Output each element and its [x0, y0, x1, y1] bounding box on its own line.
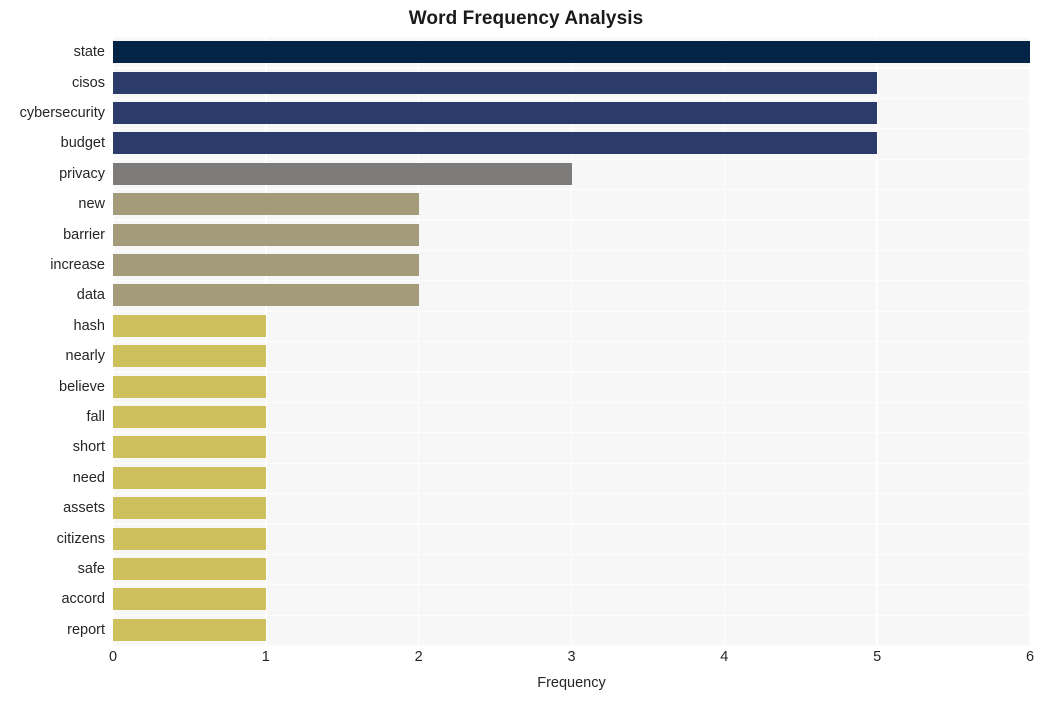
bar: [113, 527, 266, 550]
bar: [113, 162, 572, 185]
y-axis-tick-label: increase: [50, 257, 105, 273]
x-axis-tick-label: 5: [873, 649, 882, 665]
bar: [113, 71, 878, 94]
bar: [113, 618, 266, 641]
y-axis-tick-label: new: [78, 196, 105, 213]
bar: [113, 132, 878, 155]
y-axis-tick-label: data: [76, 287, 105, 304]
chart-title: Word Frequency Analysis: [408, 8, 644, 29]
y-axis-tick-label: short: [72, 439, 105, 456]
x-axis-tick-label: 3: [567, 649, 576, 665]
gridline-vertical: [876, 37, 878, 645]
gridline-vertical: [417, 37, 420, 645]
x-axis-tick-label: 2: [414, 649, 423, 665]
bar: [113, 375, 266, 398]
bar: [113, 41, 1030, 64]
bar: [113, 588, 266, 611]
x-axis-tick-label: 1: [261, 649, 270, 665]
gridline-vertical: [1029, 37, 1031, 645]
y-axis-tick-label: hash: [73, 317, 105, 334]
y-axis-tick-label: assets: [63, 500, 105, 517]
x-axis-title: Frequency: [537, 675, 606, 691]
y-axis-tick-label: budget: [60, 135, 105, 152]
gridline-vertical: [112, 37, 114, 645]
bar: [113, 223, 419, 246]
x-axis-tick-labels: 0 1 2 3 4 5 6: [109, 648, 1034, 672]
y-axis-tick-label: state: [73, 44, 105, 61]
y-axis-tick-label: barrier: [63, 226, 105, 243]
x-axis-tick-label: 6: [1025, 649, 1035, 665]
y-axis-tick-label: accord: [61, 591, 105, 608]
bar: [113, 497, 266, 520]
y-axis-tick-label: report: [67, 621, 105, 638]
plot-area: [112, 37, 1031, 647]
gridline-vertical: [723, 37, 726, 645]
y-axis-tick-label: citizens: [56, 530, 105, 547]
y-axis-tick-label: nearly: [65, 348, 106, 365]
bar: [113, 102, 878, 124]
bar: [113, 193, 419, 216]
x-axis-tick-label: 0: [108, 649, 118, 665]
y-axis-tick-label: believe: [59, 378, 105, 395]
gridline-vertical: [265, 37, 267, 645]
bar: [113, 254, 419, 276]
x-axis-tick-label: 4: [720, 649, 729, 665]
y-axis-tick-label: privacy: [59, 165, 105, 182]
gridline-vertical: [570, 37, 573, 645]
bar: [113, 284, 419, 307]
y-axis-tick-label: safe: [77, 561, 105, 577]
bar: [113, 436, 266, 459]
y-axis-tick-label: need: [72, 469, 105, 486]
bar: [113, 345, 266, 368]
bar: [113, 406, 266, 428]
y-axis-tick-labels: state cisos cybersecurity budget privacy new b…: [0, 37, 105, 645]
bar: [113, 558, 266, 580]
y-axis-tick-label: cybersecurity: [19, 105, 105, 121]
word-frequency-bar-chart: Word Frequency Analysis state cisos cybers…: [0, 0, 1052, 701]
bar: [113, 314, 266, 337]
gridline-horizontal: [113, 645, 1030, 647]
y-axis-tick-label: fall: [86, 409, 105, 425]
bar: [113, 466, 266, 489]
y-axis-tick-label: cisos: [71, 74, 105, 91]
